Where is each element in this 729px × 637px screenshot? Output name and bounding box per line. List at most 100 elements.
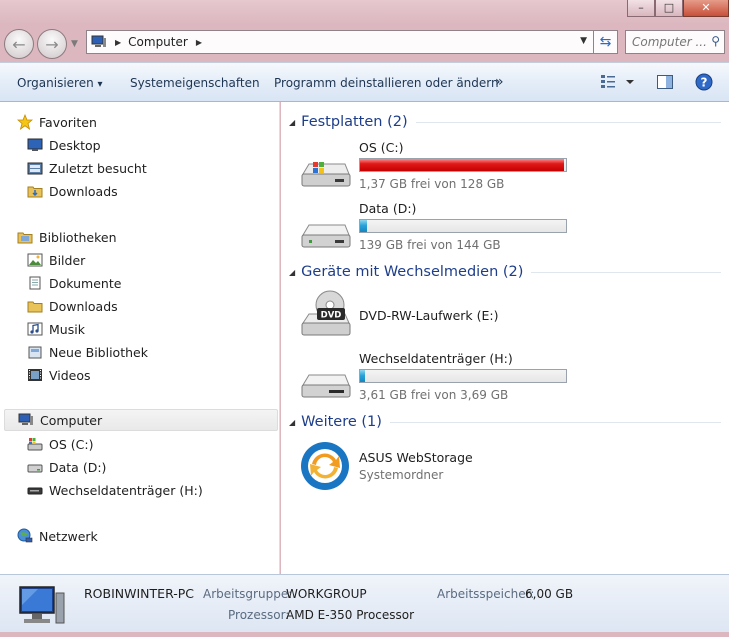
breadcrumb-separator-icon[interactable]: ▶ [196, 38, 202, 47]
navigation-pane: Favoriten Desktop Zuletzt besucht Downlo… [0, 102, 280, 574]
nav-videos[interactable]: Videos [26, 364, 91, 386]
drive-h-name: Wechseldatenträger (H:) [359, 351, 513, 366]
content-pane: ◢ Festplatten (2) OS (C:) 1,37 GB frei v… [281, 102, 729, 574]
drive-d-name: Data (D:) [359, 201, 417, 216]
change-view-button[interactable] [600, 73, 638, 94]
uninstall-program-button[interactable]: Programm deinstallieren oder ändern [274, 76, 499, 90]
organize-label: Organisieren [17, 76, 94, 90]
back-button[interactable]: ← [4, 29, 34, 59]
chevron-down-icon: ▾ [97, 79, 103, 90]
drive-item-h[interactable]: Wechseldatenträger (H:) 3,61 GB frei von… [299, 351, 719, 407]
more-commands-button[interactable]: » [495, 74, 504, 90]
help-icon: ? [695, 73, 713, 91]
nav-drive-h-label: Wechseldatenträger (H:) [49, 482, 203, 498]
maximize-button[interactable]: □ [655, 0, 683, 17]
hard-drive-icon [301, 224, 351, 248]
memory-value: 6,00 GB [525, 587, 574, 601]
nav-desktop[interactable]: Desktop [26, 134, 101, 156]
asus-webstorage-name: ASUS WebStorage [359, 450, 473, 465]
network-icon [16, 528, 33, 544]
address-dropdown-icon[interactable]: ▼ [580, 36, 587, 46]
window-border [0, 632, 729, 637]
star-icon [16, 114, 33, 130]
nav-new-library[interactable]: Neue Bibliothek [26, 341, 148, 363]
breadcrumb-separator-icon[interactable]: ▶ [115, 38, 121, 47]
processor-label: Prozessor: [228, 608, 290, 622]
removable-drive-icon [301, 374, 351, 398]
help-button[interactable]: ? [695, 73, 713, 94]
nav-drive-h[interactable]: Wechseldatenträger (H:) [26, 479, 203, 501]
group-divider [415, 121, 721, 123]
group-title-hard-disks: Festplatten (2) [301, 114, 408, 130]
forward-button[interactable]: → [37, 29, 67, 59]
nav-downloads-fav[interactable]: Downloads [26, 180, 118, 202]
nav-network[interactable]: Netzwerk [16, 525, 98, 547]
nav-drive-c[interactable]: OS (C:) [26, 433, 93, 455]
refresh-button[interactable]: ⇆ [594, 30, 618, 54]
drive-item-c[interactable]: OS (C:) 1,37 GB frei von 128 GB [299, 140, 719, 196]
preview-pane-button[interactable] [656, 73, 674, 94]
nav-libraries[interactable]: Bibliotheken [16, 226, 117, 248]
breadcrumb-computer[interactable]: Computer [128, 35, 188, 49]
search-placeholder: Computer ... [632, 35, 707, 49]
search-icon[interactable]: ⚲ [711, 34, 720, 48]
desktop-icon [26, 137, 43, 153]
organize-button[interactable]: Organisieren ▾ [17, 76, 103, 90]
drive-d-usage-bar [359, 219, 567, 233]
group-header-other[interactable]: ◢ Weitere (1) [289, 412, 721, 432]
nav-downloads-fav-label: Downloads [49, 183, 118, 199]
nav-music-label: Musik [49, 321, 85, 337]
system-properties-button[interactable]: Systemeigenschaften [130, 76, 260, 90]
nav-pictures[interactable]: Bilder [26, 249, 85, 271]
asus-webstorage-item[interactable]: ASUS WebStorage Systemordner [299, 440, 719, 496]
nav-documents[interactable]: Dokumente [26, 272, 121, 294]
downloads-folder-icon [26, 183, 43, 199]
command-bar: Organisieren ▾ Systemeigenschaften Progr… [0, 62, 729, 102]
view-icon [601, 75, 634, 88]
nav-music[interactable]: Musik [26, 318, 85, 340]
navigation-bar: ← → ▼ ▶ Computer ▶ ▼ ⇆ Computer ... ⚲ [0, 24, 729, 62]
nav-recent[interactable]: Zuletzt besucht [26, 157, 147, 179]
drive-item-e[interactable]: DVD DVD-RW-Laufwerk (E:) [299, 290, 719, 346]
pictures-icon [26, 252, 43, 268]
nav-favorites-label: Favoriten [39, 114, 97, 130]
processor-value: AMD E-350 Processor [286, 608, 415, 622]
drive-c-usage-bar [359, 158, 567, 172]
nav-favorites[interactable]: Favoriten [16, 111, 97, 133]
minimize-button[interactable]: – [627, 0, 655, 17]
details-pane: ROBINWINTER-PC Arbeitsgruppe: WORKGROUP … [0, 574, 729, 632]
nav-drive-d[interactable]: Data (D:) [26, 456, 106, 478]
documents-icon [26, 275, 43, 291]
nav-downloads-lib[interactable]: Downloads [26, 295, 118, 317]
computer-icon [19, 586, 65, 624]
nav-pictures-label: Bilder [49, 252, 86, 268]
collapse-triangle-icon[interactable]: ◢ [289, 268, 295, 277]
close-button[interactable]: ✕ [683, 0, 729, 17]
group-header-removable[interactable]: ◢ Geräte mit Wechselmedien (2) [289, 262, 721, 282]
computer-name: ROBINWINTER-PC [84, 586, 195, 601]
nav-libraries-label: Bibliotheken [39, 229, 117, 245]
group-header-hard-disks[interactable]: ◢ Festplatten (2) [289, 112, 721, 132]
asus-webstorage-icon [301, 442, 349, 490]
arrow-right-icon: → [45, 34, 59, 54]
recent-places-icon [26, 160, 43, 176]
collapse-triangle-icon[interactable]: ◢ [289, 418, 295, 427]
group-title-other: Weitere (1) [301, 414, 382, 430]
arrow-left-icon: ← [12, 34, 26, 54]
videos-icon [26, 367, 43, 383]
drive-c-free-space: 1,37 GB frei von 128 GB [359, 177, 505, 191]
collapse-triangle-icon[interactable]: ◢ [289, 118, 295, 127]
drive-item-d[interactable]: Data (D:) 139 GB frei von 144 GB [299, 201, 719, 257]
drive-d-usage-fill [360, 220, 368, 232]
address-bar[interactable]: ▶ Computer ▶ ▼ [86, 30, 594, 54]
memory-label: Arbeitsspeicher: [437, 587, 535, 601]
dvd-logo-text: DVD [321, 311, 342, 321]
recent-pages-dropdown[interactable]: ▼ [71, 39, 78, 49]
nav-network-label: Netzwerk [39, 528, 98, 544]
nav-computer[interactable]: Computer [4, 409, 278, 431]
search-input[interactable]: Computer ... ⚲ [625, 30, 725, 54]
group-divider [531, 271, 721, 273]
group-divider [389, 421, 721, 423]
nav-computer-label: Computer [40, 412, 103, 428]
windows-drive-icon [26, 436, 43, 452]
